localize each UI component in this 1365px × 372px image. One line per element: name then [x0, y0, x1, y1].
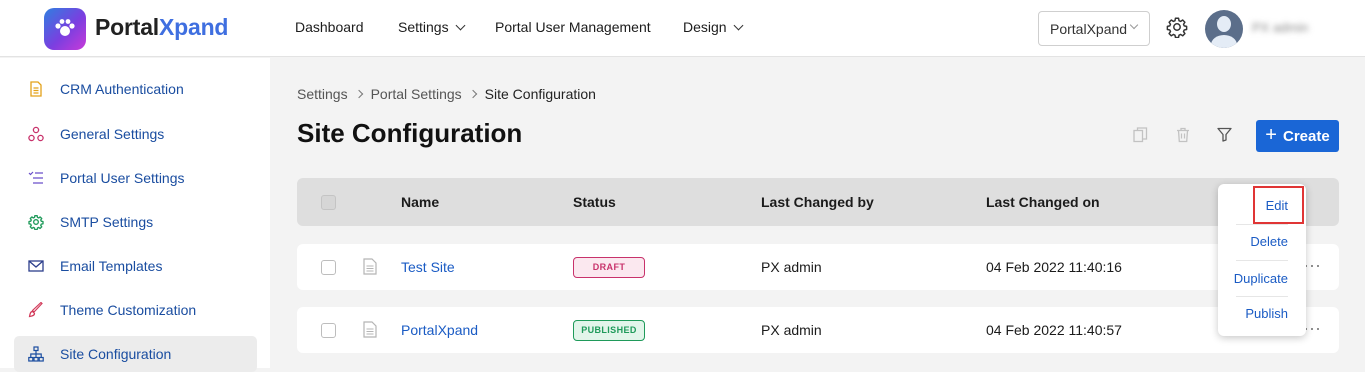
file-icon: [363, 258, 377, 275]
menu-item-publish[interactable]: Publish: [1218, 296, 1306, 332]
row-checkbox[interactable]: [321, 260, 336, 275]
nav-design[interactable]: Design: [683, 19, 744, 35]
nav-dashboard-label: Dashboard: [295, 19, 364, 35]
menu-item-delete[interactable]: Delete: [1218, 224, 1306, 260]
chevron-right-icon: [468, 89, 477, 99]
user-name[interactable]: PX admin: [1252, 20, 1308, 35]
select-all-checkbox[interactable]: [321, 195, 336, 210]
column-header-name[interactable]: Name: [401, 194, 439, 210]
table-row[interactable]: PortalXpand PUBLISHED PX admin 04 Feb 20…: [297, 307, 1339, 353]
brand-name-part1: Portal: [95, 14, 159, 40]
gear-icon: [28, 215, 44, 230]
row-changed-by: PX admin: [761, 322, 822, 338]
sidebar-item-crm-authentication[interactable]: CRM Authentication: [14, 71, 257, 107]
chevron-right-icon: [354, 89, 363, 99]
list-icon: [28, 171, 43, 184]
row-name-link[interactable]: Test Site: [401, 259, 455, 275]
brush-icon: [28, 302, 43, 318]
brand-name[interactable]: PortalXpand: [95, 14, 228, 41]
create-button[interactable]: + Create: [1256, 120, 1339, 152]
gear-icon[interactable]: [1166, 16, 1188, 38]
sidebar-item-portal-user-settings[interactable]: Portal User Settings: [14, 160, 257, 196]
nav-portal-user-management-label: Portal User Management: [495, 19, 651, 35]
portal-select[interactable]: PortalXpand: [1038, 11, 1150, 46]
row-changed-on: 04 Feb 2022 11:40:16: [986, 259, 1122, 275]
sidebar-item-general-settings[interactable]: General Settings: [14, 116, 257, 152]
breadcrumb-portal-settings[interactable]: Portal Settings: [371, 86, 462, 102]
column-header-last-changed-by[interactable]: Last Changed by: [761, 194, 874, 210]
chevron-down-icon: [733, 20, 744, 31]
nodes-icon: [28, 126, 44, 142]
sidebar-item-label: Portal User Settings: [60, 170, 185, 186]
sidebar-item-site-configuration[interactable]: Site Configuration: [14, 336, 257, 372]
plus-icon: +: [1265, 123, 1277, 146]
sidebar-item-label: CRM Authentication: [60, 81, 184, 97]
chevron-down-icon: [455, 20, 466, 31]
sidebar: CRM Authentication General Settings Port…: [0, 58, 270, 372]
sidebar-item-label: Site Configuration: [60, 346, 172, 362]
row-checkbox[interactable]: [321, 323, 336, 338]
column-header-last-changed-on[interactable]: Last Changed on: [986, 194, 1100, 210]
status-badge: DRAFT: [573, 257, 645, 278]
row-changed-on: 04 Feb 2022 11:40:57: [986, 322, 1122, 338]
portalxpand-logo-icon[interactable]: [44, 8, 86, 50]
sidebar-item-label: Email Templates: [60, 258, 163, 274]
sidebar-item-email-templates[interactable]: Email Templates: [14, 248, 257, 284]
sidebar-item-smtp-settings[interactable]: SMTP Settings: [14, 204, 257, 240]
file-icon: [363, 321, 377, 338]
table-header: Name Status Last Changed by Last Changed…: [297, 178, 1339, 226]
nav-settings[interactable]: Settings: [398, 19, 466, 35]
breadcrumb-settings[interactable]: Settings: [297, 86, 348, 102]
status-badge: PUBLISHED: [573, 320, 645, 341]
document-icon: [30, 81, 42, 97]
sidebar-item-label: Theme Customization: [60, 302, 197, 318]
nav-portal-user-management[interactable]: Portal User Management: [495, 19, 651, 35]
avatar[interactable]: [1205, 10, 1243, 48]
nav-settings-label: Settings: [398, 19, 449, 35]
breadcrumb: Settings Portal Settings Site Configurat…: [297, 86, 596, 102]
top-navbar: PortalXpand Dashboard Settings Portal Us…: [0, 0, 1365, 57]
sitemap-icon: [28, 346, 44, 362]
brand-name-part2: Xpand: [158, 14, 229, 40]
nav-dashboard[interactable]: Dashboard: [295, 19, 364, 35]
copy-icon[interactable]: [1133, 127, 1148, 143]
page-title: Site Configuration: [297, 118, 523, 148]
table-row[interactable]: Test Site DRAFT PX admin 04 Feb 2022 11:…: [297, 244, 1339, 290]
portal-select-value: PortalXpand: [1050, 21, 1128, 37]
edit-highlight-box: [1253, 186, 1304, 224]
column-header-status[interactable]: Status: [573, 194, 616, 210]
filter-icon[interactable]: [1217, 127, 1232, 142]
row-changed-by: PX admin: [761, 259, 822, 275]
sidebar-item-theme-customization[interactable]: Theme Customization: [14, 292, 257, 328]
nav-design-label: Design: [683, 19, 727, 35]
row-context-menu: Edit Delete Duplicate Publish: [1218, 184, 1306, 336]
mail-icon: [28, 260, 44, 272]
create-button-label: Create: [1282, 127, 1330, 145]
chevron-down-icon: [1129, 20, 1139, 30]
breadcrumb-current: Site Configuration: [484, 86, 596, 102]
sidebar-item-label: General Settings: [60, 126, 165, 142]
delete-icon[interactable]: [1176, 127, 1190, 143]
row-name-link[interactable]: PortalXpand: [401, 322, 478, 338]
menu-item-duplicate[interactable]: Duplicate: [1218, 261, 1306, 297]
sidebar-item-label: SMTP Settings: [60, 214, 154, 230]
